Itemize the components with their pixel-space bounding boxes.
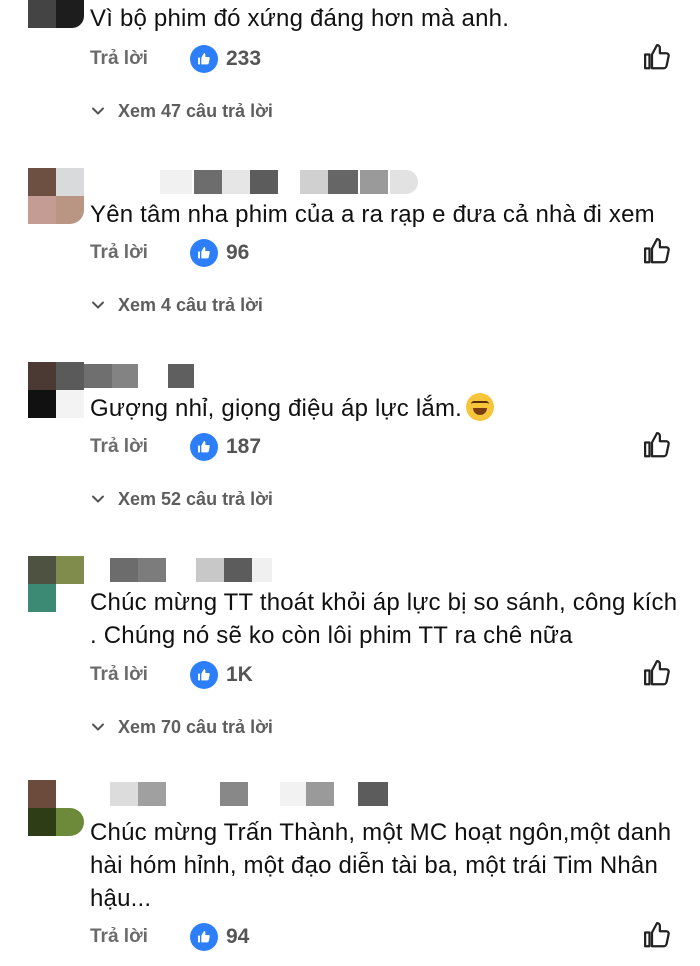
avatar[interactable]: [28, 168, 84, 224]
thumbs-up-icon: [190, 45, 218, 73]
username-redacted: [110, 558, 280, 582]
comment-text: Chúc mừng TT thoát khỏi áp lực bị so sán…: [90, 589, 678, 649]
thumbs-up-icon: [190, 661, 218, 689]
thumbs-up-icon: [190, 923, 218, 951]
username-redacted: [110, 782, 390, 806]
avatar[interactable]: [28, 780, 84, 836]
comment-actions: Trả lời 94: [90, 922, 249, 952]
comment-text: Vì bộ phim đó xứng đáng hơn mà anh.: [90, 5, 510, 32]
like-count: 96: [226, 241, 250, 264]
username-redacted: [160, 170, 430, 194]
like-button-icon[interactable]: [642, 658, 672, 688]
view-replies-button[interactable]: Xem 70 câu trả lời: [90, 714, 273, 740]
comment-text: Gượng nhỉ, giọng điệu áp lực lắm.: [90, 392, 690, 425]
reply-button[interactable]: Trả lời: [90, 926, 148, 948]
chevron-down-icon: [90, 719, 106, 735]
thumbs-up-icon: [190, 239, 218, 267]
view-replies-button[interactable]: Xem 4 câu trả lời: [90, 292, 263, 318]
reply-button[interactable]: Trả lời: [90, 664, 148, 686]
view-replies-label: Xem 52 câu trả lời: [118, 488, 273, 509]
like-count: 94: [226, 925, 250, 948]
comment-actions: Trả lời 96: [90, 238, 249, 268]
avatar[interactable]: [28, 362, 84, 418]
comment-text: Chúc mừng Trấn Thành, một MC hoạt ngôn,m…: [90, 819, 672, 912]
chevron-down-icon: [90, 491, 106, 507]
like-button-icon[interactable]: [642, 42, 672, 72]
like-count: 1K: [226, 663, 253, 686]
avatar[interactable]: [28, 0, 84, 28]
like-summary[interactable]: 96: [190, 238, 249, 268]
like-button-icon[interactable]: [642, 430, 672, 460]
like-count: 187: [226, 435, 262, 458]
comment-text: Yên tâm nha phim của a ra rạp e đưa cả n…: [90, 201, 655, 228]
like-count: 233: [226, 47, 262, 70]
like-summary[interactable]: 1K: [190, 660, 253, 690]
thumbs-up-icon: [190, 433, 218, 461]
view-replies-button[interactable]: Xem 52 câu trả lời: [90, 486, 273, 512]
comment-actions: Trả lời 1K: [90, 660, 253, 690]
like-button-icon[interactable]: [642, 920, 672, 950]
rolling-on-floor-laughing-emoji: [466, 393, 495, 421]
comment-text-content: Gượng nhỉ, giọng điệu áp lực lắm.: [90, 395, 463, 422]
like-summary[interactable]: 187: [190, 432, 261, 462]
view-replies-label: Xem 47 câu trả lời: [118, 100, 273, 121]
chevron-down-icon: [90, 297, 106, 313]
reply-button[interactable]: Trả lời: [90, 436, 148, 458]
chevron-down-icon: [90, 103, 106, 119]
like-summary[interactable]: 233: [190, 44, 261, 74]
avatar[interactable]: [28, 556, 84, 612]
reply-button[interactable]: Trả lời: [90, 48, 148, 70]
like-summary[interactable]: 94: [190, 922, 249, 952]
view-replies-label: Xem 4 câu trả lời: [118, 294, 263, 315]
comment-actions: Trả lời 233: [90, 44, 261, 74]
view-replies-button[interactable]: Xem 47 câu trả lời: [90, 98, 273, 124]
comment-actions: Trả lời 187: [90, 432, 261, 462]
view-replies-label: Xem 70 câu trả lời: [118, 716, 273, 737]
like-button-icon[interactable]: [642, 236, 672, 266]
reply-button[interactable]: Trả lời: [90, 242, 148, 264]
username-redacted: [84, 364, 204, 388]
